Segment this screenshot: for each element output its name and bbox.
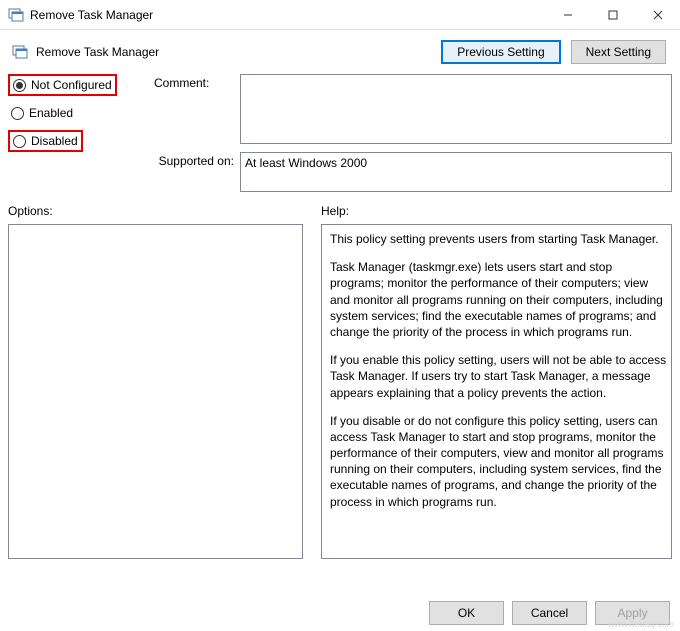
lower-panels: Options: Help: This policy setting preve… xyxy=(8,204,672,559)
radio-circle-icon xyxy=(11,107,24,120)
window-buttons xyxy=(545,0,680,29)
radio-label: Disabled xyxy=(31,134,78,148)
content-area: Remove Task Manager Previous Setting Nex… xyxy=(0,30,680,567)
radio-label: Not Configured xyxy=(31,78,112,92)
maximize-button[interactable] xyxy=(590,0,635,29)
minimize-button[interactable] xyxy=(545,0,590,29)
footer-buttons: OK Cancel Apply xyxy=(429,601,670,625)
header-row: Remove Task Manager Previous Setting Nex… xyxy=(8,40,672,64)
ok-button[interactable]: OK xyxy=(429,601,504,625)
settings-grid: Not Configured Enabled Disabled Comment:… xyxy=(8,74,672,192)
options-label: Options: xyxy=(8,204,303,218)
next-setting-button[interactable]: Next Setting xyxy=(571,40,666,64)
supported-on-textarea[interactable] xyxy=(240,152,672,192)
comment-label: Comment: xyxy=(154,74,234,144)
apply-button[interactable]: Apply xyxy=(595,601,670,625)
help-text: This policy setting prevents users from … xyxy=(330,231,667,247)
help-panel[interactable]: This policy setting prevents users from … xyxy=(321,224,672,559)
comment-textarea[interactable] xyxy=(240,74,672,144)
help-text: If you enable this policy setting, users… xyxy=(330,352,667,401)
state-radios: Not Configured Enabled Disabled xyxy=(8,74,148,192)
titlebar: Remove Task Manager xyxy=(0,0,680,30)
radio-not-configured[interactable]: Not Configured xyxy=(8,74,117,96)
close-button[interactable] xyxy=(635,0,680,29)
help-text: Task Manager (taskmgr.exe) lets users st… xyxy=(330,259,667,340)
previous-setting-button[interactable]: Previous Setting xyxy=(441,40,560,64)
radio-dot-icon xyxy=(13,79,26,92)
radio-circle-icon xyxy=(13,135,26,148)
policy-icon xyxy=(12,44,28,60)
policy-icon xyxy=(8,7,24,23)
cancel-button[interactable]: Cancel xyxy=(512,601,587,625)
window-title: Remove Task Manager xyxy=(30,8,153,22)
options-panel[interactable] xyxy=(8,224,303,559)
supported-on-label: Supported on: xyxy=(154,152,234,192)
header-left: Remove Task Manager xyxy=(8,44,159,60)
policy-title: Remove Task Manager xyxy=(36,45,159,59)
help-column: Help: This policy setting prevents users… xyxy=(321,204,672,559)
radio-disabled[interactable]: Disabled xyxy=(8,130,83,152)
options-column: Options: xyxy=(8,204,303,559)
titlebar-left: Remove Task Manager xyxy=(8,7,153,23)
help-text: If you disable or do not configure this … xyxy=(330,413,667,510)
radio-label: Enabled xyxy=(29,106,73,120)
nav-buttons: Previous Setting Next Setting xyxy=(441,40,672,64)
radio-enabled[interactable]: Enabled xyxy=(8,104,76,122)
help-label: Help: xyxy=(321,204,672,218)
